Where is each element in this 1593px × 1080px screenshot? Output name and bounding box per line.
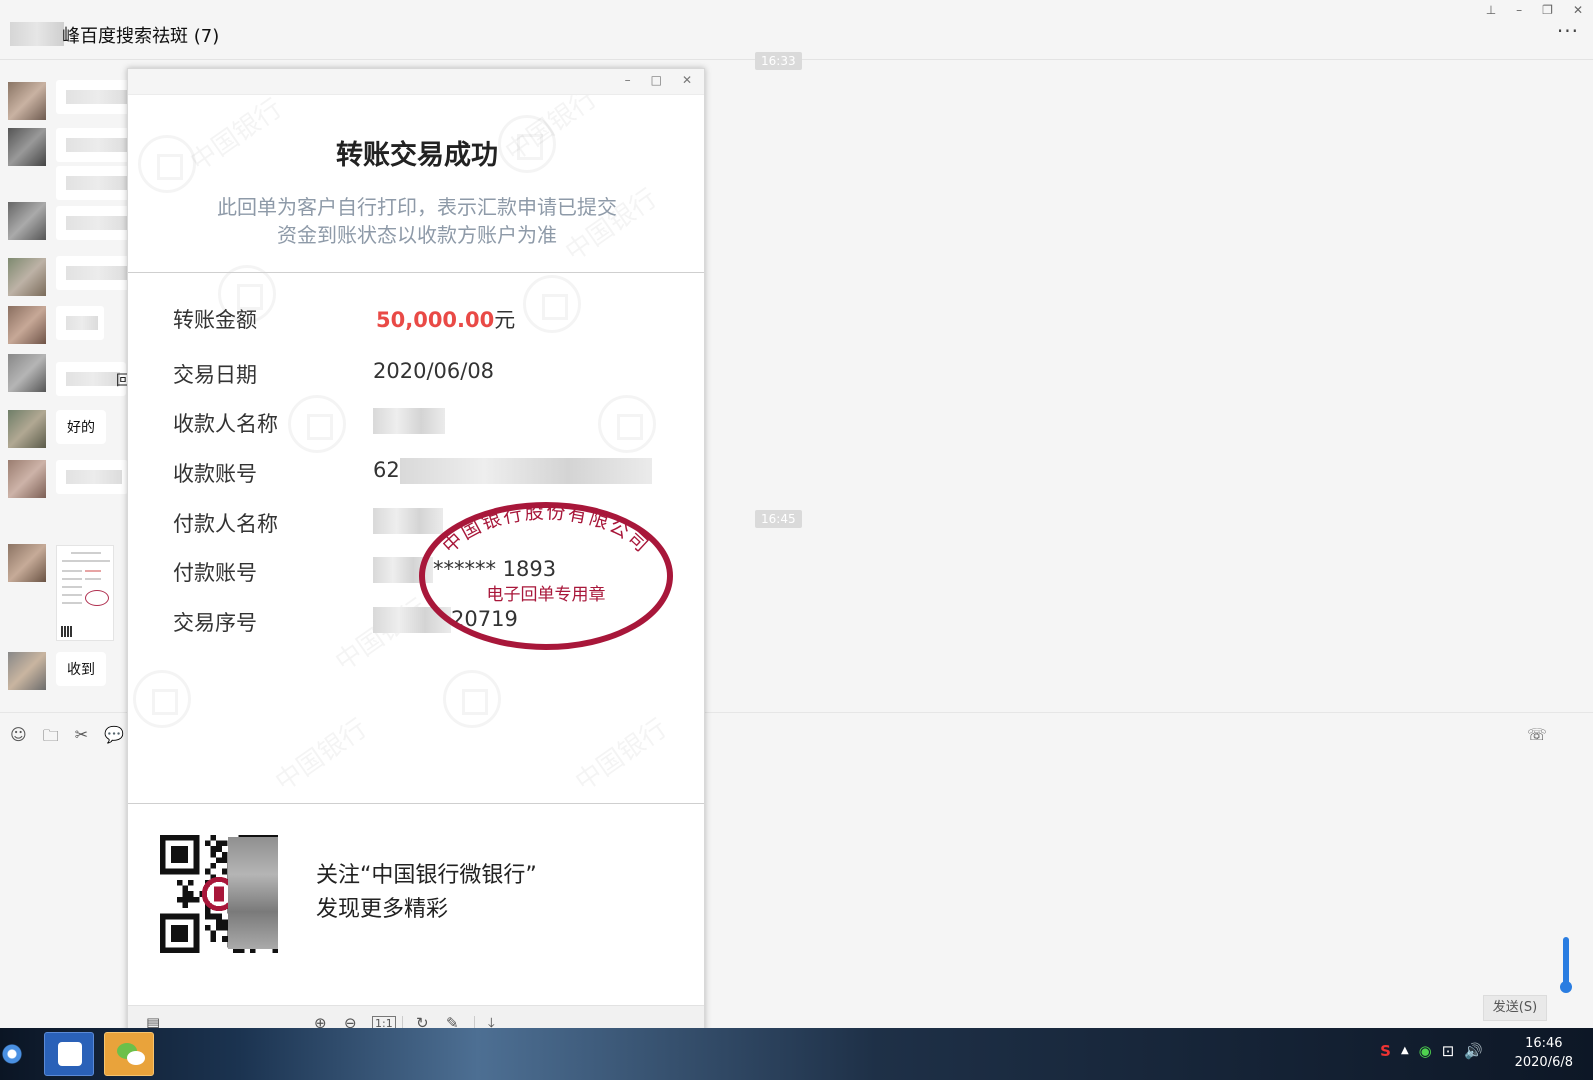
browser-app-icon[interactable] — [0, 1032, 28, 1076]
clock-time: 16:46 — [1525, 1036, 1563, 1051]
field-label: 转账金额 — [173, 308, 257, 332]
receipt-notice-line: 此回单为客户自行打印，表示汇款申请已提交 — [217, 195, 617, 219]
input-toolbar: ☺ 🗀 ✂ 💬 — [10, 725, 124, 752]
avatar[interactable] — [8, 202, 46, 240]
receipt-notice-line: 资金到账状态以收款方账户为准 — [277, 223, 557, 247]
message-bubble[interactable]: 收到 — [56, 652, 106, 686]
restore-icon[interactable]: ❐ — [1542, 3, 1553, 17]
avatar[interactable] — [8, 258, 46, 296]
avatar[interactable] — [8, 460, 46, 498]
qr-code-redacted — [228, 837, 278, 949]
chat-title: 峰百度搜索祛斑 (7) — [62, 26, 220, 47]
field-label: 付款账号 — [173, 561, 257, 585]
payee-name-redacted — [373, 408, 445, 434]
seal-top-text: 中国银行股份有限公司 — [438, 501, 653, 557]
receipt-footer: 关注“中国银行微银行” 发现更多精彩 — [128, 805, 704, 1005]
close-icon[interactable]: ✕ — [682, 73, 692, 87]
screenshot-icon[interactable]: ✂ — [75, 725, 88, 752]
minimize-icon[interactable]: – — [625, 73, 631, 87]
tray-expand-icon[interactable]: ▲ — [1401, 1045, 1409, 1060]
taskbar: S ▲ ◉ ⊡ 🔊 16:46 2020/6/8 — [0, 1028, 1593, 1080]
bank-logo-watermark-icon — [443, 670, 501, 728]
emoji-icon[interactable]: ☺ — [10, 725, 27, 752]
window-controls: ⊥ – ❐ ✕ — [1486, 3, 1583, 17]
chat-history-icon[interactable]: 💬 — [104, 725, 124, 752]
close-icon[interactable]: ✕ — [1573, 3, 1583, 17]
seal-icon — [85, 590, 109, 606]
sogou-ime-icon[interactable]: S — [1380, 1042, 1391, 1060]
message-bubble[interactable] — [56, 80, 136, 114]
image-message-thumbnail[interactable] — [56, 545, 114, 641]
bank-seal-stamp: 中国银行股份有限公司 电子回单专用章 — [419, 501, 673, 650]
wechat-tray-icon[interactable]: ◉ — [1419, 1042, 1432, 1060]
footer-line: 发现更多精彩 — [316, 897, 449, 922]
payee-account: 62 — [373, 458, 652, 484]
qr-code-icon — [61, 626, 72, 637]
receipt-row-payee-account: 收款账号 62 — [173, 458, 673, 488]
receipt-row-amount: 转账金额 50,000.00元 — [173, 304, 673, 334]
chat-titlebar: 峰百度搜索祛斑 (7) ⊥ – ❐ ✕ ··· — [0, 0, 1593, 60]
wps-app-icon[interactable] — [44, 1032, 94, 1076]
avatar[interactable] — [8, 544, 46, 582]
time-badge: 16:45 — [755, 510, 802, 528]
wechat-app-icon[interactable] — [104, 1032, 154, 1076]
seal-bottom-text: 电子回单专用章 — [487, 585, 606, 605]
transfer-receipt-image: 中国银行 中国银行 中国银行 中国银行 中国银行 中国银行 转账交易成功 此回单… — [128, 95, 704, 1005]
maximize-icon[interactable]: □ — [651, 73, 662, 87]
transaction-date: 2020/06/08 — [373, 359, 495, 383]
viewer-titlebar: – □ ✕ — [128, 69, 704, 95]
more-options-button[interactable]: ··· — [1557, 21, 1579, 41]
image-viewer-window[interactable]: – □ ✕ 中国银行 中国银行 中国银行 中国银行 中国银行 中国银行 转账交易… — [127, 68, 705, 1039]
message-bubble[interactable] — [56, 128, 136, 162]
group-name-redacted — [10, 22, 64, 46]
avatar[interactable] — [8, 410, 46, 448]
receipt-notice: 此回单为客户自行打印，表示汇款申请已提交 资金到账状态以收款方账户为准 — [128, 193, 704, 249]
footer-promo-text: 关注“中国银行微银行” 发现更多精彩 — [316, 859, 537, 927]
avatar[interactable] — [8, 82, 46, 120]
footer-line: 关注“中国银行微银行” — [316, 863, 537, 888]
receipt-row-payee-name: 收款人名称 — [173, 408, 673, 438]
divider — [128, 803, 704, 804]
receipt-row-date: 交易日期 2020/06/08 — [173, 359, 673, 389]
receipt-title: 转账交易成功 — [336, 140, 498, 171]
message-bubble[interactable] — [56, 460, 128, 494]
message-bubble[interactable] — [56, 166, 136, 200]
network-icon[interactable]: ⊡ — [1442, 1042, 1455, 1060]
message-bubble[interactable] — [56, 206, 136, 240]
send-button[interactable]: 发送(S) — [1483, 995, 1547, 1021]
field-label: 收款人名称 — [173, 412, 278, 436]
field-value: 50,000.00元 — [376, 304, 515, 334]
avatar[interactable] — [8, 354, 46, 392]
field-label: 交易序号 — [173, 611, 257, 635]
message-bubble[interactable] — [56, 306, 104, 340]
transfer-amount: 50,000.00 — [376, 308, 495, 332]
message-bubble[interactable]: 好的 — [56, 410, 106, 444]
volume-icon[interactable]: 🔊 — [1464, 1042, 1483, 1060]
field-label: 交易日期 — [173, 363, 257, 387]
clock-date: 2020/6/8 — [1514, 1055, 1573, 1070]
divider — [128, 272, 704, 273]
avatar[interactable] — [8, 128, 46, 166]
time-badge: 16:33 — [755, 52, 802, 70]
minimize-icon[interactable]: – — [1516, 3, 1522, 17]
taskbar-clock[interactable]: 16:46 2020/6/8 — [1515, 1034, 1573, 1072]
system-tray: S ▲ ◉ ⊡ 🔊 — [1380, 1042, 1483, 1060]
pin-icon[interactable]: ⊥ — [1486, 3, 1496, 17]
viewer-window-controls: – □ ✕ — [625, 73, 692, 87]
folder-icon[interactable]: 🗀 — [43, 725, 59, 752]
avatar[interactable] — [8, 306, 46, 344]
field-label: 付款人名称 — [173, 512, 278, 536]
bank-logo-watermark-icon — [133, 670, 191, 728]
field-label: 收款账号 — [173, 462, 257, 486]
scrollbar-handle[interactable] — [1560, 937, 1572, 993]
watermark-text: 中国银行 — [267, 709, 373, 799]
avatar[interactable] — [8, 652, 46, 690]
watermark-text: 中国银行 — [567, 709, 673, 799]
currency-unit: 元 — [494, 308, 516, 332]
call-icon[interactable]: ☏ — [1527, 725, 1547, 744]
message-bubble[interactable] — [56, 256, 136, 290]
